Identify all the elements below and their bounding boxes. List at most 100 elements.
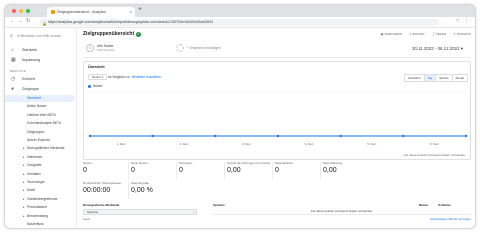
data-point[interactable] xyxy=(339,134,342,138)
insights-button[interactable]: ✦ INSIGHTS xyxy=(453,32,471,36)
granularity-month[interactable]: Monat xyxy=(451,74,468,82)
x-tick-label: 3. Dez. xyxy=(242,142,252,146)
full-report-link[interactable]: Vollständigen Bericht anzeigen xyxy=(430,217,471,221)
sidebar-subitem[interactable]: Kohortenanalyse BETA xyxy=(5,120,77,127)
minimize-window-button[interactable] xyxy=(19,9,23,13)
sidebar-subitem[interactable]: Nutzer-Explorer xyxy=(5,137,77,144)
data-point[interactable] xyxy=(151,134,154,138)
sidebar-subitem[interactable]: Nutzerfluss xyxy=(5,221,77,228)
metric-divider xyxy=(176,162,177,179)
x-tick-label: 4. Dez. xyxy=(305,142,315,146)
dimension-select[interactable]: Sprache › xyxy=(83,209,197,215)
tab-bar: Zielgruppenübersicht – Analytics × + xyxy=(5,5,475,17)
sidebar-subitem[interactable]: Lifetime-Wert BETA xyxy=(5,112,77,119)
metric-value: 0 xyxy=(179,166,183,174)
add-segment-circle-icon xyxy=(176,44,184,52)
reload-icon[interactable]: ↻ xyxy=(26,18,30,24)
metric-value: 0,00 xyxy=(227,166,241,174)
sidebar-subitem[interactable]: ▸ Geografie xyxy=(5,162,77,169)
menu-icon[interactable]: ⋮ xyxy=(464,18,469,24)
metric-label: Seiten/Sitzung xyxy=(323,161,343,165)
data-point[interactable] xyxy=(464,134,468,138)
sidebar-subitem-label: Zielgruppen xyxy=(27,129,45,134)
sidebar-subitem-label: Personalisiert xyxy=(27,205,47,210)
data-point[interactable] xyxy=(276,134,280,138)
metric-divider xyxy=(224,162,225,179)
report-toolbar: ▣ SPEICHERN ⇪ EXPORT ⤴ TEILEN ✦ INSIGHTS xyxy=(381,32,471,36)
left-table-header: Demografische Merkmale xyxy=(83,203,120,207)
metric-select[interactable]: Nutzer ▾ xyxy=(88,74,108,80)
metric-tile: Anzahl der Sitzungen pro Nutzer 0,00 xyxy=(227,161,273,174)
page-title-text: Zielgruppenübersicht xyxy=(83,31,135,37)
sidebar-subitem-label: Geografie xyxy=(27,163,42,168)
compare-text: im Vergleich zu xyxy=(108,75,130,79)
date-range-picker[interactable]: 30.11.2022 - 06.12.2022 ▾ xyxy=(412,46,463,52)
metric-value: 0 xyxy=(275,166,279,174)
sidebar-item-audience[interactable]: ● Zielgruppe xyxy=(5,85,77,93)
search-placeholder: In Berichten und Hilfe suchen xyxy=(17,34,62,38)
maximize-window-button[interactable] xyxy=(26,9,30,13)
add-segment-label: + Segment hinzufügen xyxy=(187,46,222,50)
add-segment-button[interactable]: + Segment hinzufügen xyxy=(176,44,221,52)
data-point[interactable] xyxy=(402,134,405,138)
dimension-select-value: Sprache xyxy=(87,210,99,214)
home-icon: ⌂ xyxy=(11,47,15,53)
sidebar-subitem-label: Aktive Nutzer xyxy=(27,104,47,109)
sidebar-subitem-label: Demografische Merkmale xyxy=(27,146,65,151)
forward-icon[interactable]: → xyxy=(18,18,23,24)
granularity-week[interactable]: Woche xyxy=(435,74,453,82)
new-tab-button[interactable]: + xyxy=(138,6,142,13)
sidebar-subitem[interactable]: Aktive Nutzer xyxy=(5,103,77,110)
star-icon[interactable]: ☆ xyxy=(456,18,460,24)
sidebar-subitem[interactable]: ▸ Personalisiert xyxy=(5,204,77,211)
sidebar-subitem[interactable]: ▸ Verhalten xyxy=(5,171,77,178)
metric-value: 00:00:00 xyxy=(83,186,111,194)
compare-metric-link[interactable]: Messwert auswählen xyxy=(132,75,162,79)
sidebar-subitem[interactable]: ▸ Interessen xyxy=(5,154,77,161)
sidebar-item-label: Startseite xyxy=(22,48,38,52)
x-tick-label: 5. Dez. xyxy=(367,142,377,146)
close-tab-icon[interactable]: × xyxy=(130,7,132,17)
caret-right-icon: ▸ xyxy=(23,180,25,184)
chevron-right-icon: › xyxy=(193,210,194,214)
share-button[interactable]: ⤴ TEILEN xyxy=(432,32,447,36)
url-field[interactable]: 🔒 https://analytics.google.com/analytics… xyxy=(39,19,439,26)
sidebar-subitem-label: Verhalten xyxy=(27,171,41,176)
save-button[interactable]: ▣ SPEICHERN xyxy=(381,32,402,36)
metric-label: Anzahl der Sitzungen pro Nutzer xyxy=(227,161,271,165)
metric-label: Seitenaufrufe xyxy=(275,161,293,165)
sidebar-subitem-label: Lifetime-Wert BETA xyxy=(27,112,56,117)
metric-tile: Durchschnittl. Sitzungsdauer 00:00:00 xyxy=(83,181,129,194)
date-range-text: 30.11.2022 - 06.12.2022 xyxy=(412,46,460,51)
tab-title: Zielgruppenübersicht – Analytics xyxy=(57,10,106,14)
close-window-button[interactable] xyxy=(12,9,16,13)
metric-tile: Nutzer 0 xyxy=(83,161,129,174)
sidebar-subitem[interactable]: ▸ Demografische Merkmale xyxy=(5,145,77,152)
caret-right-icon: ▸ xyxy=(23,154,25,159)
sidebar-item-customization[interactable]: ▦ Anpassung xyxy=(5,56,77,64)
browser-tab[interactable]: Zielgruppenübersicht – Analytics × xyxy=(47,7,135,17)
segment-sub: 0,00 % Nutzer xyxy=(97,48,115,52)
metric-value: 0 xyxy=(83,166,87,174)
caret-right-icon: ▸ xyxy=(23,205,25,210)
sidebar-subitem[interactable]: ▸ Geräteübergreifende xyxy=(5,196,77,203)
caret-right-icon: ▸ xyxy=(23,163,25,168)
sidebar-search[interactable]: ⌕ In Berichten und Hilfe suchen xyxy=(9,32,73,40)
granularity-hourly[interactable]: Stündlich xyxy=(404,74,425,82)
export-button[interactable]: ⇪ EXPORT xyxy=(409,32,425,36)
data-point[interactable] xyxy=(88,134,92,138)
reports-section-label: BERICHTE xyxy=(10,69,26,73)
sidebar-subitem[interactable]: ▸ Technologie xyxy=(5,179,77,186)
sidebar-subitem-label: Geräteübergreifende xyxy=(27,196,58,201)
sidebar-item-home[interactable]: ⌂ Startseite xyxy=(5,46,77,54)
sidebar-subitem[interactable]: ▸ Mobil xyxy=(5,187,77,194)
country-link[interactable]: Land xyxy=(83,217,90,221)
metric-tile: Absprungrate 0,00 % xyxy=(131,181,177,193)
back-icon[interactable]: ← xyxy=(10,18,15,24)
sidebar-subitem[interactable]: ▸ Benchmarking xyxy=(5,213,77,220)
sidebar-item-realtime[interactable]: ◷ Echtzeit xyxy=(5,75,77,83)
segment-all-users[interactable]: ○ Alle Nutzer 0,00 % Nutzer xyxy=(86,44,115,52)
sidebar-subitem[interactable]: Zielgruppen xyxy=(5,129,77,136)
sidebar-subitem[interactable]: Übersicht xyxy=(5,95,75,102)
data-point[interactable] xyxy=(214,134,217,138)
